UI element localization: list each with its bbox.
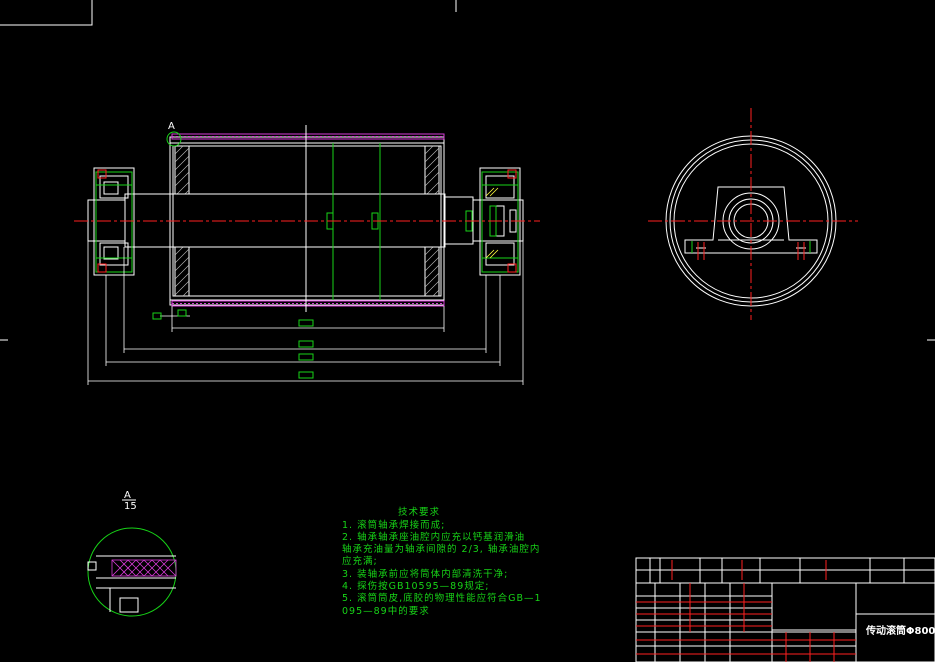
detail-scale: 15 <box>124 501 137 512</box>
tech-line: 5. 滚筒筒皮,底胶的物理性能应符合GB—1 <box>342 592 542 604</box>
tech-line: 4. 探伤按GB10595—89规定; <box>342 580 489 592</box>
detail-label-a: A <box>124 490 131 501</box>
drum-front-view: A <box>74 121 540 312</box>
drum-side-view <box>648 108 858 320</box>
tech-title: 技术要求 <box>398 506 440 518</box>
tech-line: 轴承充油量为轴承间隙的 2/3, 轴承油腔内 <box>342 543 540 555</box>
tech-line: 095—89中的要求 <box>342 605 430 617</box>
cad-drawing-canvas: A A 15 技术要求 1. 滚筒轴承焊接而成; 2. 轴承轴承座油腔内应充以钙… <box>0 0 935 662</box>
drawing-title: 传动滚筒Φ800 <box>865 624 935 637</box>
detail-view-a: A 15 <box>87 490 177 617</box>
technical-requirements: 技术要求 1. 滚筒轴承焊接而成; 2. 轴承轴承座油腔内应充以钙基润滑油 轴承… <box>342 506 542 617</box>
section-label-a: A <box>168 121 175 132</box>
tech-line: 2. 轴承轴承座油腔内应充以钙基润滑油 <box>342 531 525 543</box>
lagging-hatch <box>171 133 445 307</box>
dimension-values <box>152 309 314 379</box>
tech-line: 3. 装轴承前应将筒体内部清洗干净; <box>342 568 508 580</box>
tech-line: 1. 滚筒轴承焊接而成; <box>342 519 445 531</box>
title-block: 传动滚筒Φ800 <box>635 557 935 662</box>
tech-line: 应充满; <box>342 555 378 567</box>
